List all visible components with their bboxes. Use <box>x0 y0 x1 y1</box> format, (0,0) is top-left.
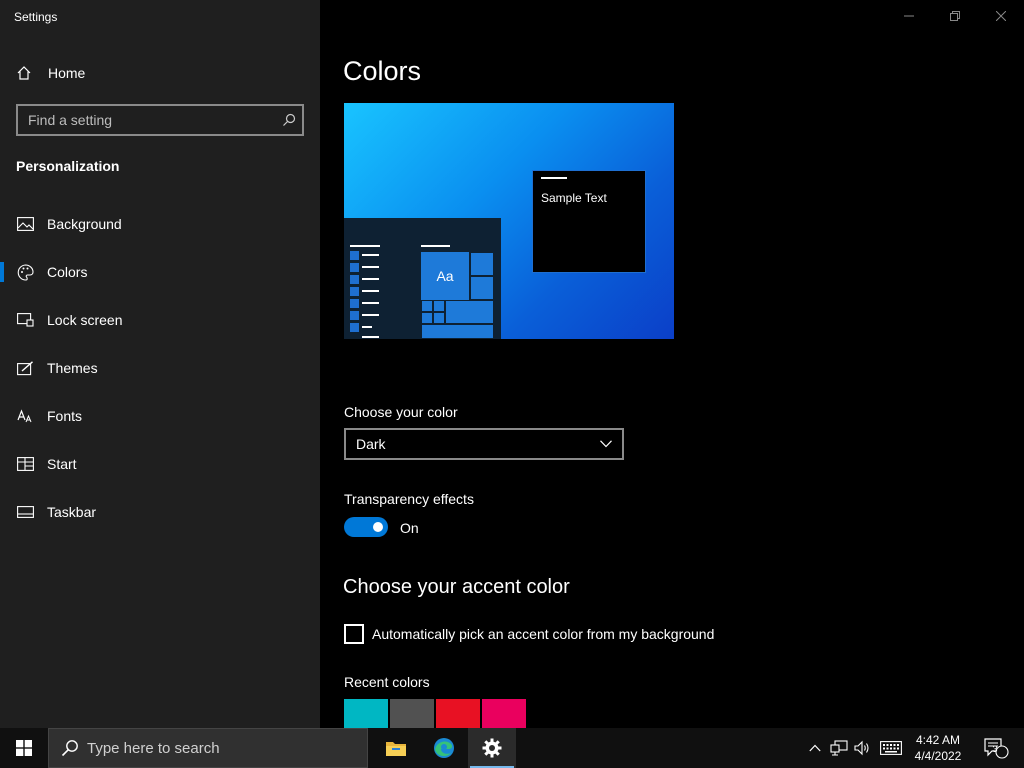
close-icon <box>996 11 1006 21</box>
search-icon <box>61 739 79 757</box>
settings-search-input[interactable] <box>18 106 276 134</box>
color-swatch-pink[interactable] <box>482 699 526 728</box>
start-icon <box>16 455 34 473</box>
recent-colors-label: Recent colors <box>344 674 430 690</box>
section-title: Personalization <box>16 158 120 174</box>
sidebar-item-label: Themes <box>47 360 98 376</box>
preview-sample-text: Sample Text <box>541 191 607 205</box>
auto-accent-checkbox[interactable] <box>344 624 364 644</box>
toggle-knob <box>373 522 383 532</box>
edge-browser-icon <box>434 738 454 758</box>
choose-color-dropdown[interactable]: Dark <box>344 428 624 460</box>
settings-search-box[interactable] <box>16 104 304 136</box>
accent-color-heading: Choose your accent color <box>343 576 570 598</box>
volume-button[interactable] <box>852 728 874 768</box>
sidebar-item-colors[interactable]: Colors <box>0 248 320 296</box>
clock-date: 4/4/2022 <box>914 749 962 763</box>
app-title: Settings <box>14 10 58 24</box>
window-controls <box>886 0 1024 32</box>
show-hidden-icons-button[interactable] <box>806 728 824 768</box>
font-icon <box>16 407 34 425</box>
restore-icon <box>950 11 960 21</box>
taskbar-search-placeholder: Type here to search <box>87 739 220 757</box>
taskbar-icon <box>16 503 34 521</box>
windows-logo-icon <box>16 740 32 756</box>
minimize-button[interactable] <box>886 0 932 32</box>
chevron-down-icon <box>600 440 612 448</box>
sidebar-item-fonts[interactable]: Fonts <box>0 392 320 440</box>
sidebar-item-label: Lock screen <box>47 312 123 328</box>
choose-color-label: Choose your color <box>344 404 458 420</box>
home-icon <box>16 65 34 81</box>
touch-keyboard-button[interactable] <box>878 728 904 768</box>
notification-count: 3 <box>992 744 998 754</box>
edge-button[interactable] <box>420 728 468 768</box>
theme-preview: Aa Sample Text <box>344 103 674 339</box>
sidebar-item-taskbar[interactable]: Taskbar <box>0 488 320 536</box>
sidebar-item-background[interactable]: Background <box>0 200 320 248</box>
preview-tile: Aa <box>421 252 469 300</box>
transparency-toggle[interactable] <box>344 517 388 537</box>
sidebar-item-label: Colors <box>47 264 88 280</box>
page-title: Colors <box>343 56 422 86</box>
sidebar-item-label: Background <box>47 216 122 232</box>
close-button[interactable] <box>978 0 1024 32</box>
sidebar-item-start[interactable]: Start <box>0 440 320 488</box>
sidebar-item-themes[interactable]: Themes <box>0 344 320 392</box>
clock-time: 4:42 AM <box>915 733 961 747</box>
action-center-button[interactable]: 3 <box>976 728 1016 768</box>
keyboard-icon <box>880 741 902 755</box>
choose-color-value: Dark <box>356 436 386 452</box>
lock-screen-icon <box>16 311 34 329</box>
preview-sample-window: Sample Text <box>532 170 646 273</box>
network-icon <box>830 740 848 756</box>
sidebar-item-label: Fonts <box>47 408 83 424</box>
auto-accent-label: Automatically pick an accent color from … <box>372 626 715 642</box>
recent-colors <box>344 699 526 728</box>
main-content: Colors Aa Sample Text Choose your color … <box>320 0 1024 728</box>
sidebar: Settings Home Personalization Background… <box>0 0 320 728</box>
color-swatch-teal[interactable] <box>344 699 388 728</box>
color-swatch-red[interactable] <box>436 699 480 728</box>
home-link[interactable]: Home <box>16 62 85 84</box>
sidebar-item-label: Start <box>47 456 77 472</box>
palette-icon <box>16 263 34 281</box>
restore-button[interactable] <box>932 0 978 32</box>
sidebar-item-lock-screen[interactable]: Lock screen <box>0 296 320 344</box>
brush-icon <box>16 359 34 377</box>
speaker-icon <box>854 740 869 756</box>
sidebar-nav: Background Colors Lock screen Themes Fon… <box>0 200 320 536</box>
sidebar-item-label: Taskbar <box>47 504 97 520</box>
settings-app-button[interactable] <box>468 728 516 768</box>
transparency-state: On <box>400 520 419 536</box>
home-label: Home <box>48 65 86 81</box>
color-swatch-gray[interactable] <box>390 699 434 728</box>
taskbar-search-box[interactable]: Type here to search <box>48 728 368 768</box>
file-explorer-button[interactable] <box>372 728 420 768</box>
gear-icon <box>482 738 502 758</box>
image-icon <box>16 215 34 233</box>
taskbar: Type here to search 4:42 AM 4/4/2022 3 <box>0 728 1024 768</box>
chevron-up-icon <box>809 744 821 752</box>
start-button[interactable] <box>0 728 48 768</box>
preview-start-menu: Aa <box>344 218 501 339</box>
minimize-icon <box>904 15 914 17</box>
network-button[interactable] <box>828 728 850 768</box>
folder-icon <box>386 742 406 756</box>
auto-accent-option[interactable]: Automatically pick an accent color from … <box>344 624 714 644</box>
transparency-label: Transparency effects <box>344 491 474 507</box>
search-icon[interactable] <box>276 113 302 127</box>
taskbar-clock[interactable]: 4:42 AM 4/4/2022 <box>908 732 968 764</box>
